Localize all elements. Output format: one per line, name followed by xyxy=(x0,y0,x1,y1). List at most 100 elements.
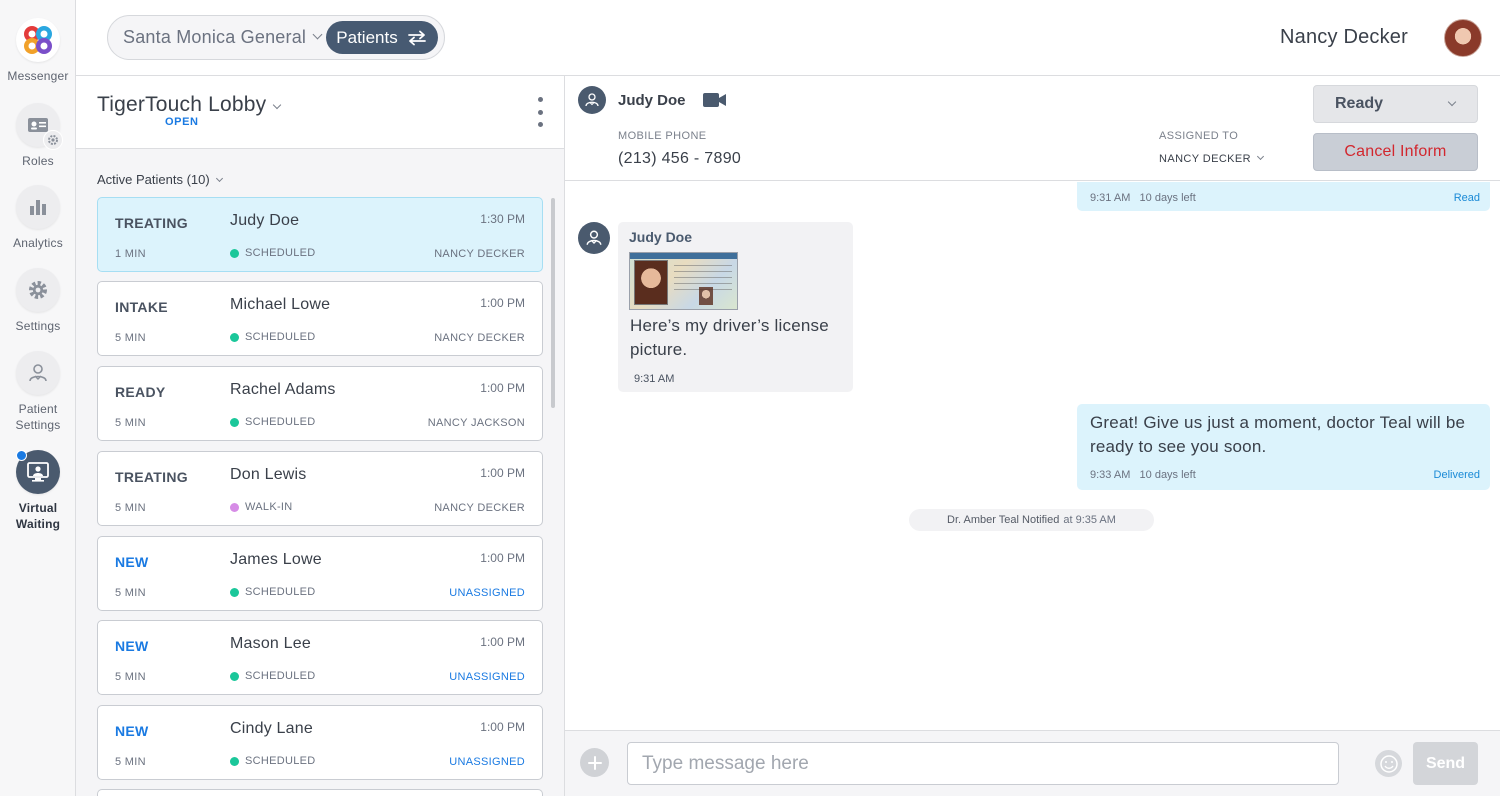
patient-time: 1:00 PM xyxy=(480,635,525,649)
visit-type: SCHEDULED xyxy=(230,331,316,343)
patient-name: Don Lewis xyxy=(230,466,307,483)
emoji-icon[interactable] xyxy=(1375,750,1402,777)
patient-card-james-lowe[interactable]: NEW James Lowe 1:00 PM 5 MIN SCHEDULED U… xyxy=(97,536,543,611)
org-name: Santa Monica General xyxy=(123,27,307,47)
more-options-icon[interactable] xyxy=(536,97,544,127)
rail-label-patient-settings: Patient Settings xyxy=(15,402,61,432)
cancel-inform-button[interactable]: Cancel Inform xyxy=(1313,133,1478,171)
video-call-icon[interactable] xyxy=(703,92,727,108)
rail-item-settings[interactable]: Settings xyxy=(0,268,76,334)
message-thread[interactable]: 9:31 AM 10 days left Read Judy Doe Here’… xyxy=(565,182,1500,730)
drivers-license-image[interactable] xyxy=(629,252,738,310)
scheduled-dot-icon xyxy=(230,756,239,766)
message-composer: Send xyxy=(565,730,1500,796)
patient-list-scrollbar[interactable] xyxy=(551,198,555,408)
message-text: Here’s my driver’s license picture. xyxy=(630,316,829,359)
virtual-waiting-icon xyxy=(16,450,60,494)
active-patients-label: Active Patients (10) xyxy=(97,172,210,187)
patient-state: NEW xyxy=(115,554,149,570)
patient-assignee[interactable]: UNASSIGNED xyxy=(449,587,525,599)
patient-card-don-lewis[interactable]: TREATING Don Lewis 1:00 PM 5 MIN WALK-IN… xyxy=(97,451,543,526)
sender-avatar-icon xyxy=(578,222,610,254)
patient-phone: (213) 456 - 7890 xyxy=(618,150,742,167)
rail-label-analytics: Analytics xyxy=(13,236,63,250)
rail-item-virtual-waiting[interactable]: Virtual Waiting xyxy=(0,450,76,532)
rail-item-messenger[interactable]: Messenger xyxy=(0,18,76,84)
patient-time: 1:00 PM xyxy=(480,381,525,395)
message-text: Great! Give us just a moment, doctor Tea… xyxy=(1090,413,1466,456)
message-sender: Judy Doe xyxy=(629,229,693,245)
visit-type: SCHEDULED xyxy=(230,670,316,682)
patient-time: 1:00 PM xyxy=(480,296,525,310)
patient-card-cindy-lane[interactable]: NEW Cindy Lane 1:00 PM 5 MIN SCHEDULED U… xyxy=(97,705,543,780)
message-time: 9:31 AM 10 days left xyxy=(1090,192,1196,204)
chevron-down-icon xyxy=(1447,97,1457,107)
rail-item-roles[interactable]: Roles xyxy=(0,103,76,169)
top-bar: Santa Monica General Patients Nancy Deck… xyxy=(76,0,1500,76)
scheduled-dot-icon xyxy=(230,417,239,427)
patient-wait: 5 MIN xyxy=(115,587,146,599)
message-input[interactable] xyxy=(627,742,1339,785)
visit-type: WALK-IN xyxy=(230,501,293,513)
swap-arrows-icon xyxy=(407,30,426,45)
visit-type: SCHEDULED xyxy=(230,416,316,428)
message-bubble-outgoing: Great! Give us just a moment, doctor Tea… xyxy=(1077,404,1490,490)
assigned-to-selector[interactable]: NANCY DECKER xyxy=(1159,152,1265,165)
messenger-logo-icon xyxy=(16,18,60,62)
conversation-panel: Judy Doe MOBILE PHONE (213) 456 - 7890 A… xyxy=(565,76,1500,796)
scheduled-dot-icon xyxy=(230,248,239,258)
analytics-icon xyxy=(16,185,60,229)
status-dropdown[interactable]: Ready xyxy=(1313,85,1478,123)
active-patients-filter[interactable]: Active Patients (10) xyxy=(97,172,223,187)
patient-card-mason-lee[interactable]: NEW Mason Lee 1:00 PM 5 MIN SCHEDULED UN… xyxy=(97,620,543,695)
patient-assignee[interactable]: UNASSIGNED xyxy=(449,671,525,683)
notification-dot xyxy=(16,450,27,461)
rail-label-roles: Roles xyxy=(22,154,54,168)
message-bubble-incoming: Judy Doe Here’s my driver’s license pict… xyxy=(618,222,853,392)
rail-item-analytics[interactable]: Analytics xyxy=(0,185,76,251)
message-bubble-outgoing: 9:31 AM 10 days left Read xyxy=(1077,182,1490,211)
patient-name: Mason Lee xyxy=(230,635,311,652)
gear-icon xyxy=(16,268,60,312)
patient-settings-icon xyxy=(16,351,60,395)
assigned-to-label: ASSIGNED TO xyxy=(1159,130,1239,142)
read-receipt: Read xyxy=(1453,192,1480,204)
patients-mode-button[interactable]: Patients xyxy=(326,21,438,54)
notification-event: Dr. Amber Teal Notified at 9:35 AM xyxy=(909,509,1154,531)
patient-state: TREATING xyxy=(115,215,188,231)
patient-card-partial[interactable] xyxy=(97,789,543,796)
org-switcher[interactable]: Santa Monica General Patients xyxy=(107,15,445,60)
patient-state: NEW xyxy=(115,638,149,654)
scheduled-dot-icon xyxy=(230,587,239,597)
notified-time: at 9:35 AM xyxy=(1063,514,1116,526)
lobby-selector[interactable]: TigerTouch Lobby xyxy=(97,93,282,117)
rail-label-settings: Settings xyxy=(15,319,61,333)
lobby-status-badge: OPEN xyxy=(165,116,199,128)
patient-card-michael-lowe[interactable]: INTAKE Michael Lowe 1:00 PM 5 MIN SCHEDU… xyxy=(97,281,543,356)
patient-name: Michael Lowe xyxy=(230,296,331,313)
delivery-receipt: Delivered xyxy=(1433,469,1480,481)
user-name[interactable]: Nancy Decker xyxy=(1280,26,1408,49)
chevron-down-icon xyxy=(215,174,223,183)
rail-item-patient-settings[interactable]: Patient Settings xyxy=(0,351,76,433)
patient-wait: 5 MIN xyxy=(115,332,146,344)
visit-type: SCHEDULED xyxy=(230,586,316,598)
patient-card-judy-doe[interactable]: TREATING Judy Doe 1:30 PM 1 MIN SCHEDULE… xyxy=(97,197,543,272)
app-rail: Messenger Roles Analytics Settings Patie… xyxy=(0,0,76,796)
patient-name: James Lowe xyxy=(230,551,322,568)
patient-name: Cindy Lane xyxy=(230,720,313,737)
send-button[interactable]: Send xyxy=(1413,742,1478,785)
patient-card-rachel-adams[interactable]: READY Rachel Adams 1:00 PM 5 MIN SCHEDUL… xyxy=(97,366,543,441)
notified-provider: Dr. Amber Teal Notified xyxy=(947,514,1060,526)
patient-time: 1:00 PM xyxy=(480,551,525,565)
rail-label-messenger: Messenger xyxy=(7,69,69,83)
phone-label: MOBILE PHONE xyxy=(618,130,707,142)
patient-wait: 5 MIN xyxy=(115,502,146,514)
user-avatar[interactable] xyxy=(1444,19,1482,57)
patient-assignee[interactable]: UNASSIGNED xyxy=(449,756,525,768)
patient-state: READY xyxy=(115,384,166,400)
roles-gear-icon xyxy=(43,130,63,150)
add-attachment-icon[interactable] xyxy=(580,748,609,777)
status-value: Ready xyxy=(1335,95,1384,112)
visit-type: SCHEDULED xyxy=(230,755,316,767)
